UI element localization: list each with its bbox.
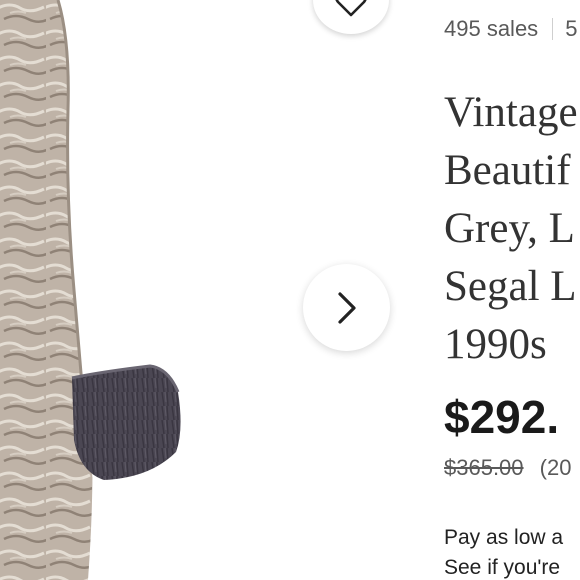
listing-title: Vintage Beautif Grey, L Segal L 1990s [444,84,578,374]
listing-details: 495 sales 5 Vintage Beautif Grey, L Sega… [444,0,580,580]
payment-info: Pay as low a See if you're [444,523,563,580]
heart-icon [335,0,367,17]
title-line: Segal L [444,263,577,310]
next-image-button[interactable] [303,264,390,351]
discount-label: (20 [539,455,572,480]
chevron-right-icon [337,291,356,324]
pay-as-low-text: Pay as low a [444,526,564,549]
title-line: Vintage [444,89,578,136]
divider [552,18,554,40]
title-line: Grey, L [444,205,575,252]
current-price: $292. [444,391,560,443]
sales-count: 495 sales [444,16,539,41]
see-if-qualify-link[interactable]: See if you're [444,553,563,580]
original-price-row: $365.00 (20 [444,455,571,481]
rating-value[interactable]: 5 [565,16,577,42]
listing-image-carousel[interactable] [0,0,398,580]
original-price: $365.00 [444,455,524,480]
sales-info: 495 sales 5 [444,16,577,42]
title-line: 1990s [444,321,547,368]
title-line: Beautif [444,147,571,194]
